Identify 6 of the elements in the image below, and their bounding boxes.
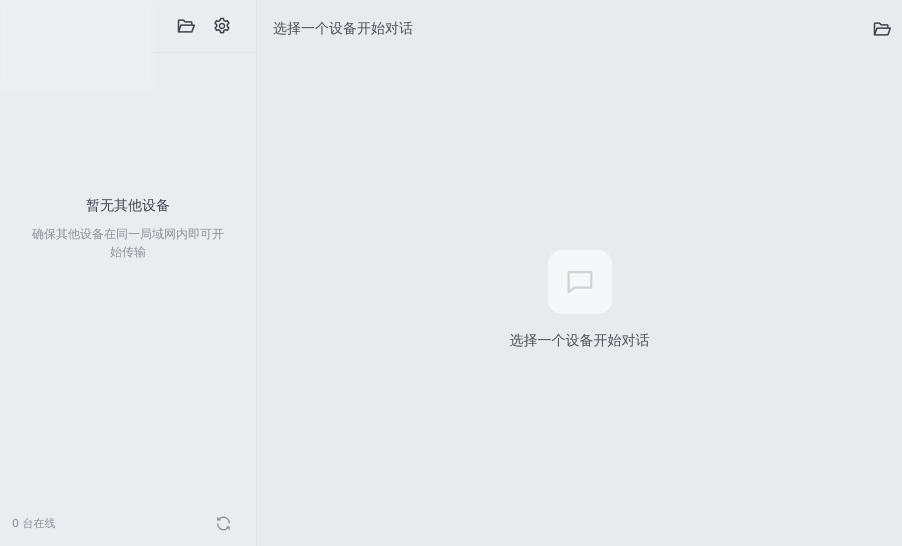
empty-hint: 确保其他设备在同一局域网内即可开始传输 <box>31 226 225 261</box>
online-count: 0 台在线 <box>12 516 56 530</box>
empty-message: 选择一个设备开始对话 <box>510 332 650 350</box>
chat-bubble-icon <box>548 250 612 314</box>
chat-title: 选择一个设备开始对话 <box>273 20 413 38</box>
empty-title: 暂无其他设备 <box>86 197 170 215</box>
